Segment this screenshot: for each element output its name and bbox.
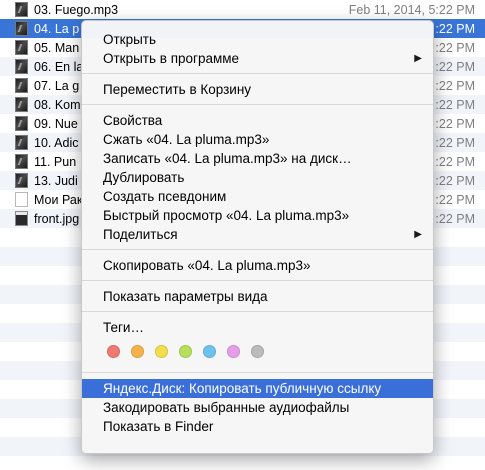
menu-item[interactable]: Закодировать выбранные аудиофайлы (82, 398, 433, 417)
file-name: 04. La p (34, 21, 80, 36)
menu-separator (82, 249, 433, 250)
menu-item[interactable]: Переместить в Корзину (82, 80, 433, 99)
menu-item-label: Поделиться (103, 227, 178, 242)
file-date: :22 PM (435, 40, 475, 55)
menu-item[interactable]: Открыть в программе ▶ (82, 49, 433, 68)
menu-item-label: Быстрый просмотр «04. La pluma.mp3» (103, 208, 350, 223)
file-name: 09. Nue (34, 116, 78, 131)
tag-yellow-dot[interactable] (155, 345, 168, 358)
menu-item[interactable]: Создать псевдоним (82, 187, 433, 206)
menu-item-label: Создать псевдоним (103, 189, 227, 204)
file-date: :22 PM (435, 135, 475, 150)
image-file-icon (15, 211, 28, 226)
file-date: Feb 11, 2014, 5:22 PM (348, 2, 475, 17)
tag-blue-dot[interactable] (203, 345, 216, 358)
file-name: 05. Man (34, 40, 80, 55)
menu-item-label: Переместить в Корзину (103, 82, 252, 97)
file-date: :22 PM (435, 211, 475, 226)
file-date: :22 PM (435, 173, 475, 188)
file-date: :22 PM (435, 154, 475, 169)
audio-file-icon (15, 97, 28, 112)
file-date: :22 PM (435, 97, 475, 112)
audio-file-icon (15, 173, 28, 188)
audio-file-icon (15, 59, 28, 74)
file-row[interactable]: 03. Fuego.mp3 Feb 11, 2014, 5:22 PM (0, 0, 485, 19)
menu-item-label: Сжать «04. La pluma.mp3» (103, 132, 270, 147)
menu-item[interactable]: Поделиться ▶ (82, 225, 433, 244)
menu-item[interactable]: Теги… (82, 318, 433, 337)
menu-item-label: Теги… (103, 320, 144, 335)
menu-item[interactable]: Сжать «04. La pluma.mp3» (82, 130, 433, 149)
menu-item-label: Яндекс.Диск: Копировать публичную ссылку (103, 381, 382, 396)
file-name: 07. La g (34, 78, 80, 93)
file-date: :22 PM (435, 21, 475, 36)
file-date: :22 PM (435, 192, 475, 207)
file-date: :22 PM (435, 78, 475, 93)
audio-file-icon (15, 154, 28, 169)
empty-row (0, 456, 485, 470)
menu-item-label: Открыть (103, 32, 157, 47)
menu-item-label: Открыть в программе (103, 51, 240, 66)
menu-separator (82, 73, 433, 74)
menu-item-label: Записать «04. La pluma.mp3» на диск… (103, 151, 352, 166)
tag-gray-dot[interactable] (251, 345, 264, 358)
menu-separator (82, 104, 433, 105)
menu-item-label: Показать в Finder (103, 419, 214, 434)
submenu-arrow-icon: ▶ (414, 229, 422, 240)
submenu-arrow-icon: ▶ (414, 53, 422, 64)
audio-file-icon (15, 40, 28, 55)
file-date: :22 PM (435, 116, 475, 131)
file-date: :22 PM (435, 59, 475, 74)
file-name: 03. Fuego.mp3 (34, 2, 119, 17)
audio-file-icon (15, 116, 28, 131)
context-menu: Открыть Открыть в программе ▶ Переместить в… (81, 20, 434, 454)
menu-item[interactable]: Записать «04. La pluma.mp3» на диск… (82, 149, 433, 168)
tag-colors (82, 337, 433, 367)
menu-item[interactable]: Скопировать «04. La pluma.mp3» (82, 256, 433, 275)
menu-item-highlighted[interactable]: Яндекс.Диск: Копировать публичную ссылку (82, 379, 433, 398)
audio-file-icon (15, 2, 28, 17)
menu-item-label: Показать параметры вида (103, 289, 268, 304)
menu-item[interactable]: Открыть (82, 30, 433, 49)
menu-separator (82, 372, 433, 373)
menu-item[interactable]: Дублировать (82, 168, 433, 187)
file-name: 13. Judi (34, 173, 78, 188)
audio-file-icon (15, 78, 28, 93)
file-name: Мои Рак (34, 192, 83, 207)
menu-item[interactable]: Быстрый просмотр «04. La pluma.mp3» (82, 206, 433, 225)
menu-item[interactable]: Свойства (82, 111, 433, 130)
menu-separator (82, 311, 433, 312)
file-name: front.jpg (34, 211, 80, 226)
audio-file-icon (15, 135, 28, 150)
menu-item-label: Закодировать выбранные аудиофайлы (103, 400, 350, 415)
audio-file-icon (15, 21, 28, 36)
file-name: 10. Adic (34, 135, 79, 150)
file-name: 06. En la (34, 59, 84, 74)
menu-item[interactable]: Показать параметры вида (82, 287, 433, 306)
tag-red-dot[interactable] (107, 345, 120, 358)
menu-separator (82, 280, 433, 281)
menu-item-label: Скопировать «04. La pluma.mp3» (103, 258, 311, 273)
tag-green-dot[interactable] (179, 345, 192, 358)
menu-item-label: Свойства (103, 113, 163, 128)
file-name: 11. Pun (34, 154, 77, 169)
tag-orange-dot[interactable] (131, 345, 144, 358)
tag-purple-dot[interactable] (227, 345, 240, 358)
menu-item-label: Дублировать (103, 170, 185, 185)
document-file-icon (15, 192, 28, 207)
file-name: 08. Kom (34, 97, 81, 112)
menu-item[interactable]: Показать в Finder (82, 417, 433, 436)
